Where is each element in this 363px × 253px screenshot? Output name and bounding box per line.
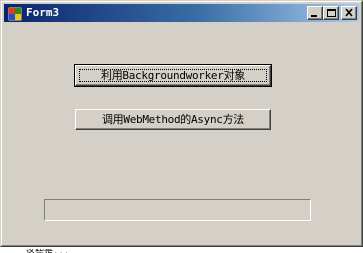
webmethod-async-button-label: 调用WebMethod的Async方法	[101, 113, 245, 126]
window-title: Form3	[26, 6, 60, 19]
form-window: Form3 利用Backgroundworker对象 调用WebMethod的A…	[0, 0, 363, 247]
close-button[interactable]	[341, 6, 357, 20]
app-icon[interactable]	[7, 6, 23, 22]
maximize-icon	[327, 9, 336, 17]
background-worker-button[interactable]: 利用Backgroundworker对象	[74, 64, 272, 87]
title-bar[interactable]: Form3	[4, 4, 359, 22]
webmethod-async-button[interactable]: 调用WebMethod的Async方法	[75, 109, 271, 130]
close-icon	[345, 8, 353, 17]
minimize-button[interactable]	[307, 6, 323, 20]
background-worker-button-label: 利用Backgroundworker对象	[101, 69, 245, 82]
text-below-window: 这些是...	[26, 249, 69, 253]
form-client-area: 利用Backgroundworker对象 调用WebMethod的Async方法	[4, 23, 359, 243]
maximize-button[interactable]	[323, 6, 339, 20]
progress-bar	[44, 199, 311, 221]
minimize-icon	[311, 15, 317, 17]
